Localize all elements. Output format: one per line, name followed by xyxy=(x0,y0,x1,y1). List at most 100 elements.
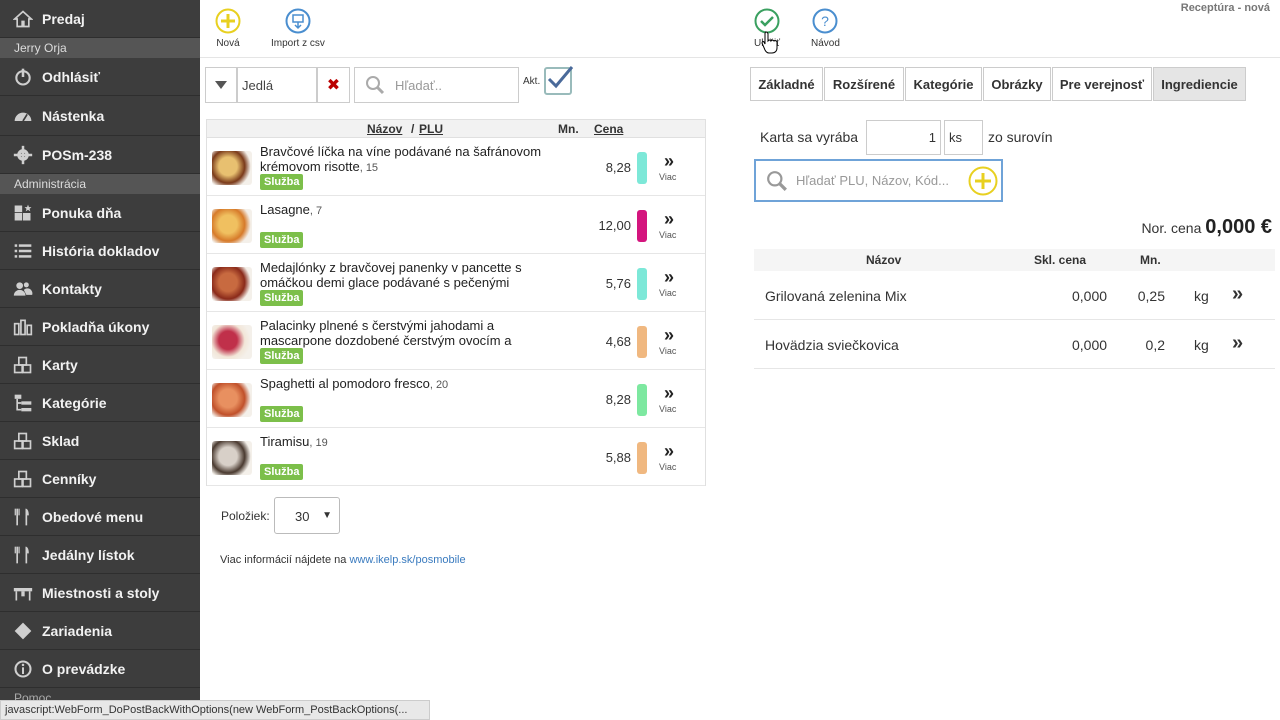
product-name-text: Palacinky plnené s čerstvými jahodami a … xyxy=(260,318,512,348)
table-row[interactable]: Medajlónky z bravčovej panenky v pancett… xyxy=(207,254,705,312)
sidebar-item-miestnosti[interactable]: Miestnosti a stoly xyxy=(0,574,200,612)
new-button[interactable]: Nová xyxy=(215,8,241,49)
sidebar-item-jedalny-listok[interactable]: Jedálny lístok xyxy=(0,536,200,574)
table-row[interactable]: Tiramisu, 19 Služba 5,88» Viac xyxy=(207,428,705,486)
per-page-select[interactable]: 30 ▼ xyxy=(274,497,340,534)
sort-by-price[interactable]: Cena xyxy=(594,122,623,136)
more-label[interactable]: Viac xyxy=(659,346,676,356)
header-cost: Skl. cena xyxy=(1034,253,1087,267)
tab-zakladne[interactable]: Základné xyxy=(750,67,823,101)
sidebar-item-karty[interactable]: Karty xyxy=(0,346,200,384)
product-search-input[interactable]: Hľadať.. xyxy=(354,67,519,103)
sidebar-item-historia[interactable]: História dokladov xyxy=(0,232,200,270)
product-table: Názov / PLU Mn. Cena Bravčové líčka na v… xyxy=(206,119,706,486)
sidebar-item-nastenka[interactable]: Nástenka xyxy=(0,96,200,136)
ingredient-qty: 0,2 xyxy=(1145,337,1165,353)
cutlery-icon xyxy=(12,506,34,528)
ingredient-name: Hovädzia sviečkovica xyxy=(765,337,899,353)
product-thumbnail xyxy=(212,441,252,475)
sidebar-item-ponuka-dna[interactable]: Ponuka dňa xyxy=(0,194,200,232)
sidebar-item-cenniky[interactable]: Cenníky xyxy=(0,460,200,498)
tab-rozsirene[interactable]: Rozšírené xyxy=(824,67,904,101)
import-csv-button[interactable]: Import z csv xyxy=(271,8,325,49)
active-checkbox[interactable] xyxy=(544,66,574,95)
table-row[interactable]: Bravčové líčka na víne podávané na šafrá… xyxy=(207,138,705,196)
tab-kategorie[interactable]: Kategórie xyxy=(905,67,982,101)
clear-filter-button[interactable]: ✖ xyxy=(317,67,350,103)
sidebar-item-predaj[interactable]: Predaj xyxy=(0,0,200,38)
category-select[interactable]: Jedlá xyxy=(237,67,317,103)
search-icon xyxy=(767,170,787,191)
sort-by-plu[interactable]: PLU xyxy=(419,122,443,136)
power-icon xyxy=(12,66,34,88)
color-tag xyxy=(637,442,647,474)
product-price: 5,88 xyxy=(605,450,631,465)
sidebar-item-label: Zariadenia xyxy=(42,622,113,639)
sidebar-item-odhlasit[interactable]: Odhlásiť xyxy=(0,58,200,96)
sidebar-item-sklad[interactable]: Sklad xyxy=(0,422,200,460)
sidebar-item-pokladna[interactable]: Pokladňa úkony xyxy=(0,308,200,346)
sidebar-item-obedove-menu[interactable]: Obedové menu xyxy=(0,498,200,536)
more-icon[interactable]: » xyxy=(659,326,679,344)
info-line: Viac informácií nájdete na www.ikelp.sk/… xyxy=(220,554,466,566)
ingredient-detail-icon[interactable]: » xyxy=(1232,332,1243,355)
sidebar-item-kategorie[interactable]: Kategórie xyxy=(0,384,200,422)
more-icon[interactable]: » xyxy=(659,210,679,228)
status-badge: Služba xyxy=(260,174,304,190)
import-icon xyxy=(285,8,311,34)
table-row[interactable]: Spaghetti al pomodoro fresco, 20 Služba 8,… xyxy=(207,370,705,428)
ingredient-row[interactable]: Grilovaná zelenina Mix 0,000 0,25 kg » xyxy=(754,272,1275,320)
ingredient-search-placeholder: Hľadať PLU, Názov, Kód... xyxy=(796,173,949,188)
sidebar-item-label: Obedové menu xyxy=(42,508,144,525)
product-plu: , 15 xyxy=(359,162,379,174)
more-icon[interactable]: » xyxy=(659,152,679,170)
info-icon xyxy=(12,658,34,680)
header-qty: Mn. xyxy=(1140,253,1161,267)
more-label[interactable]: Viac xyxy=(659,462,676,472)
tab-ingrediencie[interactable]: Ingrediencie xyxy=(1153,67,1246,101)
sidebar-item-label: Predaj xyxy=(42,10,85,27)
close-icon: ✖ xyxy=(326,77,341,94)
table-row[interactable]: Lasagne, 7 Služba 12,00» Viac xyxy=(207,196,705,254)
header-qty: Mn. xyxy=(558,122,579,136)
sidebar-item-zariadenia[interactable]: Zariadenia xyxy=(0,612,200,650)
product-name: Medajlónky z bravčovej panenky v pancett… xyxy=(260,260,560,291)
ingredient-row[interactable]: Hovädzia sviečkovica 0,000 0,2 kg » xyxy=(754,321,1275,369)
sort-by-name[interactable]: Názov xyxy=(367,122,402,136)
more-icon[interactable]: » xyxy=(659,268,679,286)
more-label[interactable]: Viac xyxy=(659,172,676,182)
category-dropdown-toggle[interactable] xyxy=(205,67,237,103)
add-ingredient-icon[interactable] xyxy=(968,166,998,196)
plus-circle-icon xyxy=(215,8,241,34)
yield-qty-input[interactable]: 1 xyxy=(866,120,941,155)
sidebar: Predaj Jerry Orja Odhlásiť Nástenka POSm… xyxy=(0,0,200,720)
product-name: Bravčové líčka na víne podávané na šafrá… xyxy=(260,144,560,175)
info-link[interactable]: www.ikelp.sk/posmobile xyxy=(349,554,465,566)
tab-pre-verejnost[interactable]: Pre verejnosť xyxy=(1052,67,1152,101)
more-label[interactable]: Viac xyxy=(659,404,676,414)
sidebar-item-o-prevadzke[interactable]: O prevádzke xyxy=(0,650,200,688)
more-icon[interactable]: » xyxy=(659,384,679,402)
more-icon[interactable]: » xyxy=(659,442,679,460)
ingredient-name: Grilovaná zelenina Mix xyxy=(765,288,907,304)
tab-obrazky[interactable]: Obrázky xyxy=(983,67,1051,101)
sidebar-item-posm[interactable]: POSm-238 xyxy=(0,136,200,174)
product-list: Bravčové líčka na víne podávané na šafrá… xyxy=(207,138,705,486)
ingredient-detail-icon[interactable]: » xyxy=(1232,283,1243,306)
more-label[interactable]: Viac xyxy=(659,230,676,240)
product-plu: , 20 xyxy=(429,379,449,391)
user-name: Jerry Orja xyxy=(0,38,200,58)
product-name-text: Bravčové líčka na víne podávané na šafrá… xyxy=(260,144,542,174)
yield-label: Karta sa vyrába xyxy=(760,129,859,145)
ingredient-search-input[interactable]: Hľadať PLU, Názov, Kód... xyxy=(754,159,1003,202)
status-badge: Služba xyxy=(260,348,304,364)
help-button[interactable]: ? Návod xyxy=(811,8,840,49)
more-label[interactable]: Viac xyxy=(659,288,676,298)
ingredient-qty: 0,25 xyxy=(1137,288,1165,304)
dashboard-icon xyxy=(12,105,34,127)
sidebar-item-kontakty[interactable]: Kontakty xyxy=(0,270,200,308)
info-text: Viac informácií nájdete na xyxy=(220,554,350,566)
yield-unit-input[interactable]: ks xyxy=(944,120,983,155)
table-row[interactable]: Palacinky plnené s čerstvými jahodami a … xyxy=(207,312,705,370)
hand-cursor-icon xyxy=(761,31,778,54)
